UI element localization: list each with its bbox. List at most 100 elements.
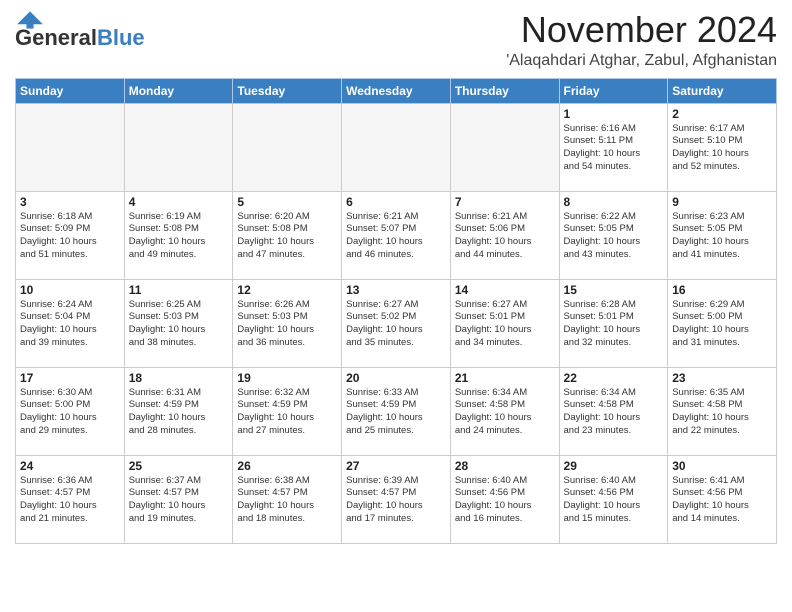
day-number: 11 [129, 283, 229, 297]
calendar-week-row: 3 Sunrise: 6:18 AM Sunset: 5:09 PM Daylig… [16, 191, 777, 279]
day-info: Sunrise: 6:29 AM Sunset: 5:00 PM Dayligh… [672, 299, 772, 350]
calendar-day-cell: 20 Sunrise: 6:33 AM Sunset: 4:59 PM Dayli… [342, 367, 451, 455]
calendar-day-header: Tuesday [233, 78, 342, 103]
calendar-week-row: 24 Sunrise: 6:36 AM Sunset: 4:57 PM Dayli… [16, 455, 777, 543]
calendar-day-cell: 19 Sunrise: 6:32 AM Sunset: 4:59 PM Dayli… [233, 367, 342, 455]
calendar-day-header: Wednesday [342, 78, 451, 103]
day-number: 29 [564, 459, 664, 473]
calendar-day-cell: 15 Sunrise: 6:28 AM Sunset: 5:01 PM Dayli… [559, 279, 668, 367]
day-number: 26 [237, 459, 337, 473]
day-info: Sunrise: 6:37 AM Sunset: 4:57 PM Dayligh… [129, 475, 229, 526]
calendar-day-cell [16, 103, 125, 191]
calendar-day-cell: 28 Sunrise: 6:40 AM Sunset: 4:56 PM Dayli… [450, 455, 559, 543]
day-info: Sunrise: 6:21 AM Sunset: 5:07 PM Dayligh… [346, 211, 446, 262]
calendar-day-cell: 10 Sunrise: 6:24 AM Sunset: 5:04 PM Dayli… [16, 279, 125, 367]
day-info: Sunrise: 6:30 AM Sunset: 5:00 PM Dayligh… [20, 387, 120, 438]
calendar-day-cell [342, 103, 451, 191]
day-number: 14 [455, 283, 555, 297]
day-info: Sunrise: 6:20 AM Sunset: 5:08 PM Dayligh… [237, 211, 337, 262]
calendar-day-header: Saturday [668, 78, 777, 103]
calendar-day-cell: 13 Sunrise: 6:27 AM Sunset: 5:02 PM Dayli… [342, 279, 451, 367]
day-number: 27 [346, 459, 446, 473]
day-number: 5 [237, 195, 337, 209]
calendar-day-cell: 16 Sunrise: 6:29 AM Sunset: 5:00 PM Dayli… [668, 279, 777, 367]
calendar-day-cell: 5 Sunrise: 6:20 AM Sunset: 5:08 PM Daylig… [233, 191, 342, 279]
day-number: 23 [672, 371, 772, 385]
calendar-day-cell: 9 Sunrise: 6:23 AM Sunset: 5:05 PM Daylig… [668, 191, 777, 279]
calendar-header-row: SundayMondayTuesdayWednesdayThursdayFrid… [16, 78, 777, 103]
day-info: Sunrise: 6:32 AM Sunset: 4:59 PM Dayligh… [237, 387, 337, 438]
calendar-day-cell: 2 Sunrise: 6:17 AM Sunset: 5:10 PM Daylig… [668, 103, 777, 191]
day-number: 22 [564, 371, 664, 385]
calendar-day-header: Friday [559, 78, 668, 103]
day-info: Sunrise: 6:17 AM Sunset: 5:10 PM Dayligh… [672, 123, 772, 174]
day-number: 24 [20, 459, 120, 473]
logo: GeneralBlue [15, 10, 145, 50]
calendar-day-header: Sunday [16, 78, 125, 103]
calendar-week-row: 1Sunrise: 6:16 AM Sunset: 5:11 PM Daylig… [16, 103, 777, 191]
day-info: Sunrise: 6:27 AM Sunset: 5:02 PM Dayligh… [346, 299, 446, 350]
day-number: 18 [129, 371, 229, 385]
calendar-day-header: Monday [124, 78, 233, 103]
calendar-day-header: Thursday [450, 78, 559, 103]
day-number: 30 [672, 459, 772, 473]
day-number: 25 [129, 459, 229, 473]
header: GeneralBlue November 2024 'Alaqahdari At… [15, 10, 777, 70]
day-info: Sunrise: 6:38 AM Sunset: 4:57 PM Dayligh… [237, 475, 337, 526]
calendar-day-cell: 26 Sunrise: 6:38 AM Sunset: 4:57 PM Dayli… [233, 455, 342, 543]
calendar-day-cell [233, 103, 342, 191]
day-info: Sunrise: 6:19 AM Sunset: 5:08 PM Dayligh… [129, 211, 229, 262]
day-info: Sunrise: 6:22 AM Sunset: 5:05 PM Dayligh… [564, 211, 664, 262]
logo-text: GeneralBlue [15, 26, 145, 50]
day-info: Sunrise: 6:28 AM Sunset: 5:01 PM Dayligh… [564, 299, 664, 350]
day-number: 21 [455, 371, 555, 385]
calendar: SundayMondayTuesdayWednesdayThursdayFrid… [15, 78, 777, 544]
day-info: Sunrise: 6:35 AM Sunset: 4:58 PM Dayligh… [672, 387, 772, 438]
calendar-day-cell: 6Sunrise: 6:21 AM Sunset: 5:07 PM Daylig… [342, 191, 451, 279]
day-info: Sunrise: 6:36 AM Sunset: 4:57 PM Dayligh… [20, 475, 120, 526]
calendar-day-cell: 3 Sunrise: 6:18 AM Sunset: 5:09 PM Daylig… [16, 191, 125, 279]
calendar-day-cell: 7Sunrise: 6:21 AM Sunset: 5:06 PM Daylig… [450, 191, 559, 279]
calendar-week-row: 17 Sunrise: 6:30 AM Sunset: 5:00 PM Dayli… [16, 367, 777, 455]
day-number: 4 [129, 195, 229, 209]
day-number: 20 [346, 371, 446, 385]
day-number: 15 [564, 283, 664, 297]
calendar-day-cell: 30Sunrise: 6:41 AM Sunset: 4:56 PM Dayli… [668, 455, 777, 543]
calendar-day-cell: 25 Sunrise: 6:37 AM Sunset: 4:57 PM Dayli… [124, 455, 233, 543]
day-info: Sunrise: 6:33 AM Sunset: 4:59 PM Dayligh… [346, 387, 446, 438]
day-info: Sunrise: 6:18 AM Sunset: 5:09 PM Dayligh… [20, 211, 120, 262]
day-number: 28 [455, 459, 555, 473]
day-number: 19 [237, 371, 337, 385]
day-number: 13 [346, 283, 446, 297]
calendar-day-cell: 17 Sunrise: 6:30 AM Sunset: 5:00 PM Dayli… [16, 367, 125, 455]
day-info: Sunrise: 6:21 AM Sunset: 5:06 PM Dayligh… [455, 211, 555, 262]
day-number: 10 [20, 283, 120, 297]
calendar-day-cell: 22Sunrise: 6:34 AM Sunset: 4:58 PM Dayli… [559, 367, 668, 455]
calendar-day-cell [124, 103, 233, 191]
day-info: Sunrise: 6:31 AM Sunset: 4:59 PM Dayligh… [129, 387, 229, 438]
day-number: 17 [20, 371, 120, 385]
page: GeneralBlue November 2024 'Alaqahdari At… [0, 0, 792, 554]
calendar-day-cell: 23 Sunrise: 6:35 AM Sunset: 4:58 PM Dayli… [668, 367, 777, 455]
calendar-day-cell: 1Sunrise: 6:16 AM Sunset: 5:11 PM Daylig… [559, 103, 668, 191]
calendar-day-cell: 29Sunrise: 6:40 AM Sunset: 4:56 PM Dayli… [559, 455, 668, 543]
location: 'Alaqahdari Atghar, Zabul, Afghanistan [506, 52, 777, 70]
day-number: 2 [672, 107, 772, 121]
day-info: Sunrise: 6:27 AM Sunset: 5:01 PM Dayligh… [455, 299, 555, 350]
day-number: 1 [564, 107, 664, 121]
day-info: Sunrise: 6:24 AM Sunset: 5:04 PM Dayligh… [20, 299, 120, 350]
calendar-day-cell: 18 Sunrise: 6:31 AM Sunset: 4:59 PM Dayli… [124, 367, 233, 455]
calendar-day-cell: 8 Sunrise: 6:22 AM Sunset: 5:05 PM Daylig… [559, 191, 668, 279]
day-number: 16 [672, 283, 772, 297]
day-number: 3 [20, 195, 120, 209]
day-info: Sunrise: 6:34 AM Sunset: 4:58 PM Dayligh… [455, 387, 555, 438]
day-info: Sunrise: 6:23 AM Sunset: 5:05 PM Dayligh… [672, 211, 772, 262]
month-title: November 2024 [506, 10, 777, 50]
day-number: 8 [564, 195, 664, 209]
calendar-day-cell: 14 Sunrise: 6:27 AM Sunset: 5:01 PM Dayli… [450, 279, 559, 367]
day-info: Sunrise: 6:40 AM Sunset: 4:56 PM Dayligh… [455, 475, 555, 526]
calendar-day-cell: 4 Sunrise: 6:19 AM Sunset: 5:08 PM Daylig… [124, 191, 233, 279]
day-info: Sunrise: 6:26 AM Sunset: 5:03 PM Dayligh… [237, 299, 337, 350]
day-number: 9 [672, 195, 772, 209]
day-number: 12 [237, 283, 337, 297]
